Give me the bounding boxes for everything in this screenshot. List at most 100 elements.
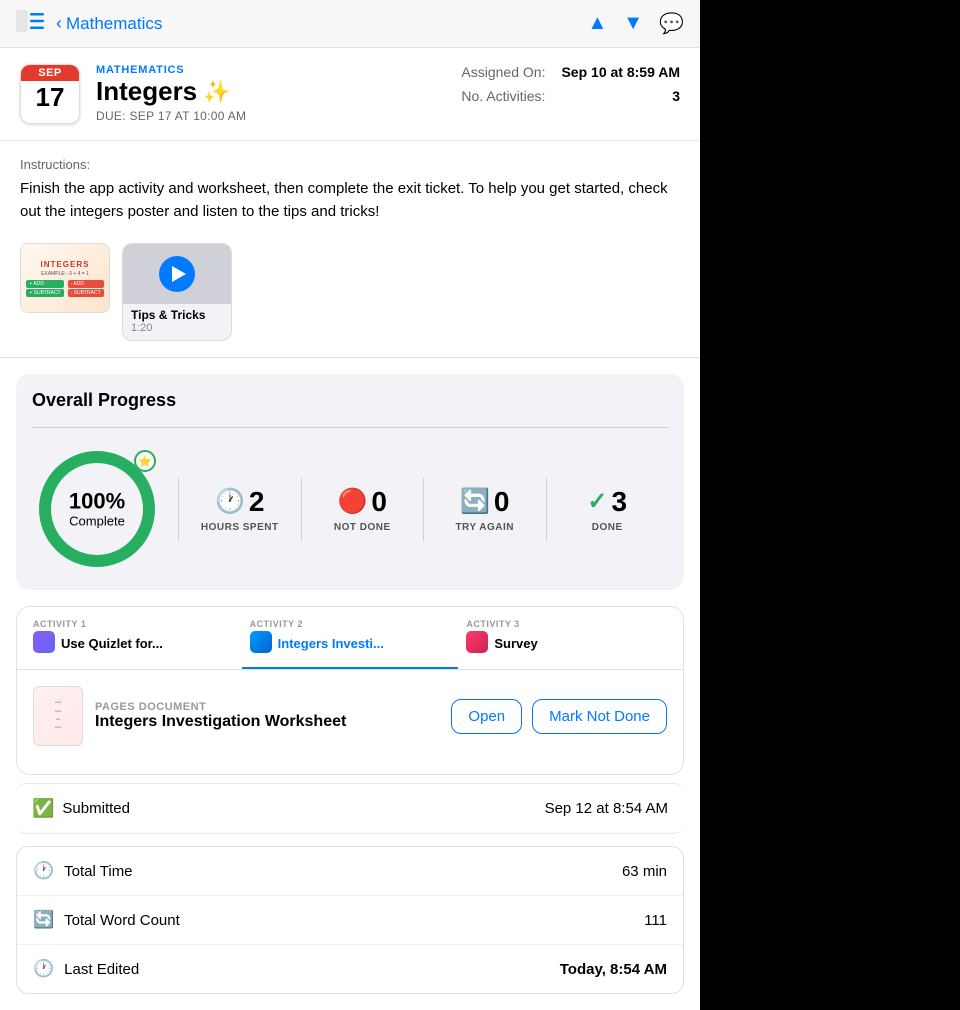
activity-tab-1[interactable]: ACTIVITY 1 Use Quizlet for... xyxy=(25,607,242,669)
no-activities-label: No. Activities: xyxy=(461,88,545,104)
done-stat: ✓ 3 DONE xyxy=(546,478,669,541)
assignment-meta: Assigned On: Sep 10 at 8:59 AM No. Activ… xyxy=(461,64,680,104)
last-edited-icon: 🕐 xyxy=(33,959,54,979)
word-count-label: Total Word Count xyxy=(64,912,180,929)
top-nav: ‹ Mathematics ▲ ▼ 💬 xyxy=(0,0,700,48)
instructions-text: Finish the app activity and worksheet, t… xyxy=(20,178,680,223)
pages-icon xyxy=(250,631,272,653)
integers-poster[interactable]: INTEGERS EXAMPLE: -3 + 4 = 1 + ADD + SUB… xyxy=(20,243,110,313)
progress-heading: Overall Progress xyxy=(32,390,668,411)
submitted-time: Sep 12 at 8:54 AM xyxy=(545,800,668,817)
donut-chart: 100% Complete ⭐ xyxy=(32,444,162,574)
calendar-month: SEP xyxy=(21,65,79,81)
last-edited-row: 🕐 Last Edited Today, 8:54 AM xyxy=(17,945,683,993)
activity-tab-2[interactable]: ACTIVITY 2 Integers Investi... xyxy=(242,607,459,669)
submitted-label: Submitted xyxy=(62,800,130,817)
total-time-row: 🕐 Total Time 63 min xyxy=(17,847,683,896)
quizlet-icon xyxy=(33,631,55,653)
activities-tabs: ACTIVITY 1 Use Quizlet for... ACTIVITY 2… xyxy=(17,607,683,670)
hours-value: 2 xyxy=(249,486,265,518)
video-card[interactable]: Tips & Tricks 1:20 xyxy=(122,243,232,341)
video-title: Tips & Tricks xyxy=(131,308,223,322)
subtract-neg-chip: - SUBTRACT xyxy=(68,289,104,297)
due-date: DUE: SEP 17 AT 10:00 AM xyxy=(96,109,461,123)
total-time-value: 63 min xyxy=(622,863,667,880)
try-again-value: 0 xyxy=(494,486,510,518)
activity-content: ▪▪▪▪▪▪▪▪▪▪▪ PAGES DOCUMENT Integers Inve… xyxy=(17,670,683,774)
back-label: Mathematics xyxy=(66,14,162,34)
assigned-on-value: Sep 10 at 8:59 AM xyxy=(561,64,680,80)
not-done-stat: 🔴 0 NOT DONE xyxy=(301,478,424,541)
clock-icon: 🕐 xyxy=(215,487,245,516)
up-arrow-icon[interactable]: ▲ xyxy=(588,12,608,35)
last-edited-label: Last Edited xyxy=(64,961,139,978)
not-done-icon: 🔴 xyxy=(338,487,368,516)
donut-center: 100% Complete xyxy=(69,489,125,528)
submitted-row: ✅ Submitted Sep 12 at 8:54 AM xyxy=(16,783,684,834)
subject-label: MATHEMATICS xyxy=(96,64,461,76)
calendar-badge: SEP 17 xyxy=(20,64,80,124)
try-again-icon: 🔄 xyxy=(460,487,490,516)
submitted-icon: ✅ xyxy=(32,798,54,819)
progress-section: Overall Progress 100% Complete ⭐ 🕐 2 xyxy=(16,374,684,590)
calendar-day: 17 xyxy=(21,81,79,115)
done-icon: ✓ xyxy=(587,487,607,516)
word-count-row: 🔄 Total Word Count 111 xyxy=(17,896,683,945)
poster-title: INTEGERS xyxy=(41,260,90,269)
doc-thumbnail: ▪▪▪▪▪▪▪▪▪▪▪ xyxy=(33,686,83,746)
not-done-value: 0 xyxy=(371,486,387,518)
details-section: 🕐 Total Time 63 min 🔄 Total Word Count 1… xyxy=(16,846,684,994)
activities-section: ACTIVITY 1 Use Quizlet for... ACTIVITY 2… xyxy=(16,606,684,775)
word-count-value: 111 xyxy=(644,912,667,929)
assigned-on-label: Assigned On: xyxy=(461,64,545,80)
doc-title: Integers Investigation Worksheet xyxy=(95,713,439,731)
assignment-header: SEP 17 MATHEMATICS Integers ✨ DUE: SEP 1… xyxy=(0,48,700,141)
star-badge: ⭐ xyxy=(134,450,156,472)
try-again-stat: 🔄 0 TRY AGAIN xyxy=(423,478,546,541)
play-icon xyxy=(172,266,186,282)
chevron-left-icon: ‹ xyxy=(56,13,62,34)
total-time-icon: 🕐 xyxy=(33,861,54,881)
subtract-chip: + SUBTRACT xyxy=(26,289,63,297)
poster-sub: EXAMPLE: -3 + 4 = 1 xyxy=(41,271,89,277)
hours-spent-stat: 🕐 2 HOURS SPENT xyxy=(178,478,301,541)
open-button[interactable]: Open xyxy=(451,699,522,734)
doc-type: PAGES DOCUMENT xyxy=(95,701,439,713)
done-value: 3 xyxy=(612,486,628,518)
attachments-row: INTEGERS EXAMPLE: -3 + 4 = 1 + ADD + SUB… xyxy=(0,235,700,358)
back-button[interactable]: ‹ Mathematics xyxy=(56,13,162,34)
sparkle-icon: ✨ xyxy=(203,79,230,105)
progress-divider xyxy=(32,427,668,428)
doc-info: PAGES DOCUMENT Integers Investigation Wo… xyxy=(95,701,439,731)
instructions-heading: Instructions: xyxy=(20,157,680,172)
assignment-title: Integers ✨ xyxy=(96,76,461,107)
document-row: ▪▪▪▪▪▪▪▪▪▪▪ PAGES DOCUMENT Integers Inve… xyxy=(33,686,667,758)
assignment-info: MATHEMATICS Integers ✨ DUE: SEP 17 AT 10… xyxy=(96,64,461,123)
doc-actions: Open Mark Not Done xyxy=(451,699,667,734)
progress-stats: 100% Complete ⭐ 🕐 2 HOURS SPENT 🔴 0 xyxy=(32,444,668,574)
sidebar-toggle-icon[interactable] xyxy=(16,10,44,37)
donut-label: Complete xyxy=(69,514,125,529)
comment-icon[interactable]: 💬 xyxy=(659,11,684,36)
down-arrow-icon[interactable]: ▼ xyxy=(623,12,643,35)
activity-tab-3[interactable]: ACTIVITY 3 Survey xyxy=(458,607,675,669)
instructions-section: Instructions: Finish the app activity an… xyxy=(0,141,700,235)
no-activities-value: 3 xyxy=(672,88,680,104)
add-chip: + ADD xyxy=(26,280,63,288)
stats-grid: 🕐 2 HOURS SPENT 🔴 0 NOT DONE 🔄 0 xyxy=(178,478,668,541)
word-count-icon: 🔄 xyxy=(33,910,54,930)
donut-percent: 100% xyxy=(69,489,125,513)
hours-label: HOURS SPENT xyxy=(201,522,279,533)
not-done-label: NOT DONE xyxy=(334,522,391,533)
survey-icon xyxy=(466,631,488,653)
add-neg-chip: - ADD xyxy=(68,280,104,288)
video-thumbnail xyxy=(123,244,231,304)
black-panel xyxy=(700,0,960,1010)
video-duration: 1:20 xyxy=(131,322,223,334)
done-label: DONE xyxy=(592,522,623,533)
last-edited-value: Today, 8:54 AM xyxy=(560,961,667,978)
play-button[interactable] xyxy=(159,256,195,292)
try-again-label: TRY AGAIN xyxy=(455,522,514,533)
mark-not-done-button[interactable]: Mark Not Done xyxy=(532,699,667,734)
total-time-label: Total Time xyxy=(64,863,132,880)
